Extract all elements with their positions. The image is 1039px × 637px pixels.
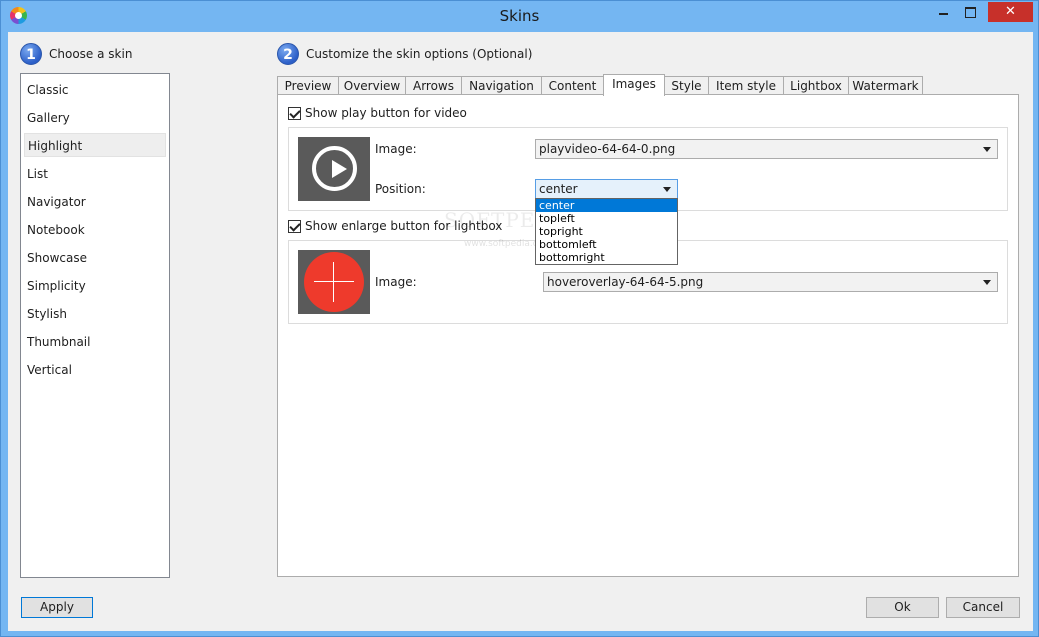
skin-item-showcase[interactable]: Showcase bbox=[24, 246, 166, 270]
minimize-button[interactable] bbox=[930, 2, 956, 22]
position-option-topleft[interactable]: topleft bbox=[536, 212, 677, 225]
step-two-header: 2 Customize the skin options (Optional) bbox=[277, 43, 532, 65]
enlarge-button-preview bbox=[298, 250, 370, 314]
skin-item-vertical[interactable]: Vertical bbox=[24, 358, 166, 382]
play-image-select[interactable]: playvideo-64-64-0.png bbox=[535, 139, 998, 159]
play-button-checkbox-row[interactable]: Show play button for video bbox=[288, 106, 467, 120]
enlarge-image-value: hoveroverlay-64-64-5.png bbox=[547, 275, 704, 289]
title-bar[interactable]: Skins ✕ bbox=[1, 1, 1038, 32]
skin-item-thumbnail[interactable]: Thumbnail bbox=[24, 330, 166, 354]
tab-lightbox[interactable]: Lightbox bbox=[783, 76, 849, 95]
skin-item-navigator[interactable]: Navigator bbox=[24, 190, 166, 214]
position-option-bottomright[interactable]: bottomright bbox=[536, 251, 677, 264]
position-option-center[interactable]: center bbox=[536, 199, 677, 212]
enlarge-image-select[interactable]: hoveroverlay-64-64-5.png bbox=[543, 272, 998, 292]
play-image-label: Image: bbox=[375, 142, 417, 156]
play-icon bbox=[332, 160, 347, 178]
tab-style[interactable]: Style bbox=[664, 76, 709, 95]
tab-arrows[interactable]: Arrows bbox=[405, 76, 462, 95]
skins-window: Skins ✕ 1 Choose a skin 2 Customize the … bbox=[0, 0, 1039, 637]
maximize-button[interactable] bbox=[957, 2, 983, 22]
tab-navigation[interactable]: Navigation bbox=[461, 76, 542, 95]
tab-overview[interactable]: Overview bbox=[338, 76, 406, 95]
step-one-header: 1 Choose a skin bbox=[20, 43, 132, 65]
enlarge-image-label: Image: bbox=[375, 275, 417, 289]
chevron-down-icon bbox=[983, 280, 991, 285]
tab-item-style[interactable]: Item style bbox=[708, 76, 784, 95]
cancel-button[interactable]: Cancel bbox=[946, 597, 1020, 618]
play-button-preview bbox=[298, 137, 370, 201]
play-position-value: center bbox=[539, 182, 578, 196]
skin-item-list[interactable]: List bbox=[24, 162, 166, 186]
tab-watermark[interactable]: Watermark bbox=[848, 76, 923, 95]
chevron-down-icon bbox=[983, 147, 991, 152]
window-title: Skins bbox=[499, 7, 540, 25]
skin-item-notebook[interactable]: Notebook bbox=[24, 218, 166, 242]
play-button-checkbox[interactable] bbox=[288, 106, 301, 120]
skin-item-simplicity[interactable]: Simplicity bbox=[24, 274, 166, 298]
close-button[interactable]: ✕ bbox=[988, 2, 1033, 22]
skin-item-stylish[interactable]: Stylish bbox=[24, 302, 166, 326]
position-option-bottomleft[interactable]: bottomleft bbox=[536, 238, 677, 251]
skin-item-classic[interactable]: Classic bbox=[24, 78, 166, 102]
play-position-select[interactable]: center bbox=[535, 179, 678, 199]
apply-button[interactable]: Apply bbox=[21, 597, 93, 618]
tab-content[interactable]: Content bbox=[541, 76, 604, 95]
skin-item-gallery[interactable]: Gallery bbox=[24, 106, 166, 130]
step-two-label: Customize the skin options (Optional) bbox=[306, 47, 533, 61]
tab-preview[interactable]: Preview bbox=[277, 76, 339, 95]
plus-overlay-icon bbox=[304, 252, 364, 312]
play-position-label: Position: bbox=[375, 182, 426, 196]
chevron-down-icon bbox=[663, 187, 671, 192]
step-one-label: Choose a skin bbox=[49, 47, 133, 61]
play-image-value: playvideo-64-64-0.png bbox=[539, 142, 676, 156]
ok-button[interactable]: Ok bbox=[866, 597, 939, 618]
skin-item-highlight[interactable]: Highlight bbox=[24, 133, 166, 157]
play-circle-icon bbox=[312, 146, 357, 191]
position-dropdown-list[interactable]: center topleft topright bottomleft botto… bbox=[535, 198, 678, 265]
step-two-number: 2 bbox=[277, 43, 299, 65]
dialog-client-area: 1 Choose a skin 2 Customize the skin opt… bbox=[8, 32, 1033, 631]
enlarge-button-checkbox[interactable] bbox=[288, 219, 301, 233]
position-option-topright[interactable]: topright bbox=[536, 225, 677, 238]
tab-images[interactable]: Images bbox=[603, 74, 665, 96]
skin-list[interactable]: Classic Gallery Highlight List Navigator… bbox=[20, 73, 170, 578]
step-one-number: 1 bbox=[20, 43, 42, 65]
play-button-checkbox-label: Show play button for video bbox=[305, 106, 467, 120]
close-icon: ✕ bbox=[1005, 4, 1016, 19]
